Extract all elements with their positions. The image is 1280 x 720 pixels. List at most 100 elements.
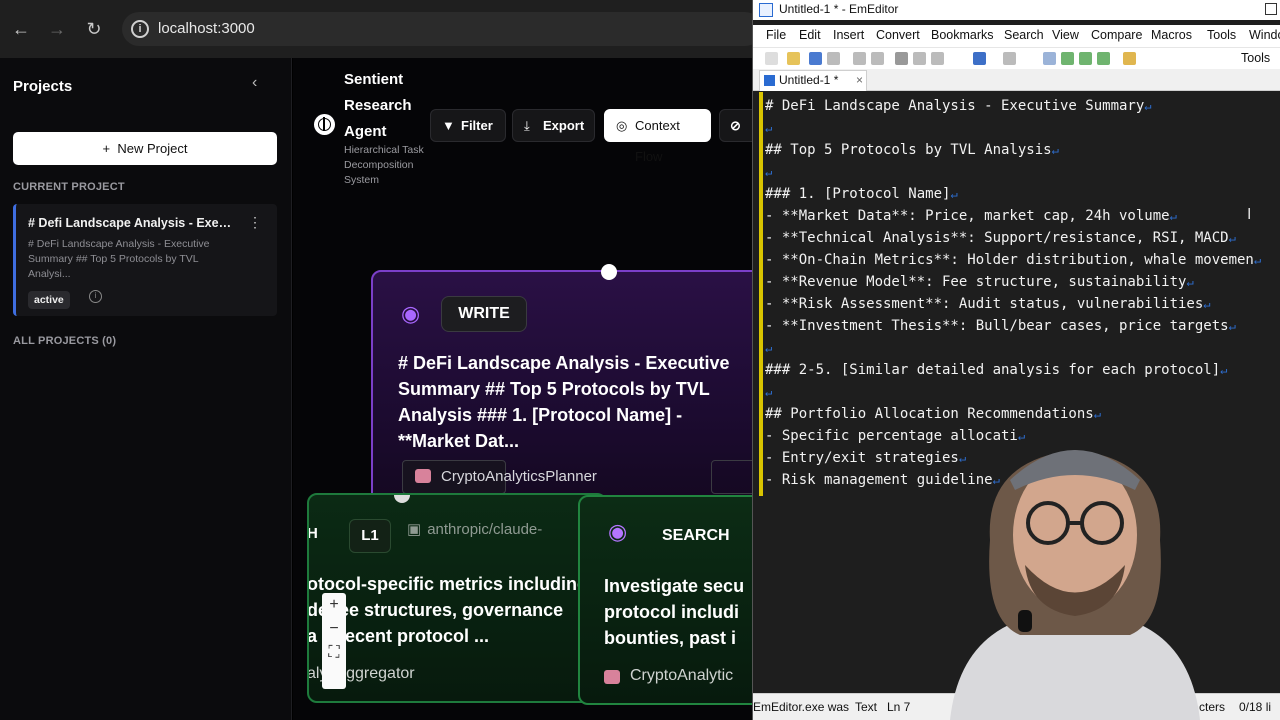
editor-line[interactable]: ↵ <box>765 337 1280 359</box>
agent-name: CryptoAnalytic <box>630 667 734 684</box>
line-break-icon: ↵ <box>1144 99 1152 113</box>
print-icon[interactable] <box>853 52 866 65</box>
line-break-icon: ↵ <box>765 121 773 135</box>
editor-line[interactable]: - **Investment Thesis**: Bull/bear cases… <box>765 315 1280 337</box>
editor-line[interactable]: ↵ <box>765 117 1280 139</box>
sidebar-title: Projects <box>13 78 73 95</box>
editor-line[interactable]: ### 2-5. [Similar detailed analysis for … <box>765 359 1280 381</box>
cut-icon[interactable] <box>895 52 908 65</box>
editor-line[interactable]: - **Market Data**: Price, market cap, 24… <box>765 205 1280 227</box>
menu-bookmarks[interactable]: Bookmarks <box>931 28 994 42</box>
menu-window[interactable]: Windo <box>1249 28 1280 42</box>
save-all-icon[interactable] <box>827 52 840 65</box>
find-prev-icon[interactable] <box>1079 52 1092 65</box>
menu-file[interactable]: File <box>766 28 786 42</box>
editor-line[interactable]: # DeFi Landscape Analysis - Executive Su… <box>765 95 1280 117</box>
arrow-left-icon[interactable]: ← <box>8 16 34 42</box>
tab-label: Untitled-1 * <box>779 73 839 87</box>
node-goal-line: bounties, past i <box>604 628 737 648</box>
robot-icon <box>415 469 431 483</box>
maximize-icon[interactable] <box>1265 3 1277 15</box>
site-info-icon[interactable]: i <box>131 20 149 38</box>
level-badge: L1 <box>349 519 391 553</box>
menu-insert[interactable]: Insert <box>833 28 864 42</box>
line-break-icon: ↵ <box>1203 297 1211 311</box>
find-icon[interactable] <box>1043 52 1056 65</box>
info-icon[interactable]: i <box>89 290 102 303</box>
context-flow-label: Context Flow <box>635 118 680 164</box>
zoom-out-button[interactable]: − <box>322 617 346 641</box>
editor-line[interactable]: - **Technical Analysis**: Support/resist… <box>765 227 1280 249</box>
editor-tabbar: Untitled-1 * × <box>753 69 1280 91</box>
status-count: 0/18 li <box>1239 700 1272 714</box>
menu-edit[interactable]: Edit <box>799 28 821 42</box>
brain-icon: ◉ <box>608 519 628 544</box>
status-message: EmEditor.exe was <box>753 700 850 714</box>
chevron-left-icon[interactable]: ‹ <box>252 74 257 92</box>
url-text[interactable]: localhost:3000 <box>158 20 255 37</box>
write-node[interactable]: ◉ WRITE # DeFi Landscape Analysis - Exec… <box>371 264 752 510</box>
status-mode: Text <box>855 700 878 714</box>
save-icon[interactable] <box>809 52 822 65</box>
editor-line[interactable]: - **Risk Assessment**: Audit status, vul… <box>765 293 1280 315</box>
new-project-button[interactable]: + New Project <box>13 132 277 165</box>
flow-canvas[interactable]: Sentient Research Agent Hierarchical Tas… <box>293 58 752 720</box>
line-break-icon: ↵ <box>950 187 958 201</box>
toolbar-tools-label[interactable]: Tools <box>1241 51 1270 65</box>
close-icon[interactable]: × <box>856 71 863 90</box>
plus-icon: + <box>102 141 118 156</box>
eye-off-icon: ⊘ <box>730 118 741 133</box>
search-node[interactable]: ◉ SEARCH Investigate secu protocol inclu… <box>578 495 752 705</box>
node-handle[interactable] <box>394 495 410 503</box>
editor-line-text: - **Technical Analysis**: Support/resist… <box>765 230 1229 246</box>
tab-untitled[interactable]: Untitled-1 * × <box>759 70 867 91</box>
menu-search[interactable]: Search <box>1004 28 1044 42</box>
editor-line[interactable]: ### 1. [Protocol Name]↵ <box>765 183 1280 205</box>
filter-button[interactable]: ▼ Filter <box>430 109 506 142</box>
eye-off-button[interactable]: ⊘ <box>719 109 752 142</box>
undo-icon[interactable] <box>973 52 986 65</box>
line-break-icon: ↵ <box>1220 363 1228 377</box>
node-handle[interactable] <box>601 264 617 280</box>
menu-macros[interactable]: Macros <box>1151 28 1192 42</box>
editor-line[interactable]: ↵ <box>765 161 1280 183</box>
find-next-icon[interactable] <box>1061 52 1074 65</box>
project-name[interactable]: # Defi Landscape Analysis - Executi... <box>28 216 233 230</box>
print-preview-icon[interactable] <box>871 52 884 65</box>
editor-line[interactable]: - **On-Chain Metrics**: Holder distribut… <box>765 249 1280 271</box>
menu-compare[interactable]: Compare <box>1091 28 1142 42</box>
project-card[interactable]: # Defi Landscape Analysis - Executi... ⋮… <box>13 204 277 316</box>
editor-line[interactable]: ## Top 5 Protocols by TVL Analysis↵ <box>765 139 1280 161</box>
presenter-webcam <box>950 450 1200 720</box>
address-bar[interactable]: i localhost:3000 <box>122 12 752 46</box>
copy-icon[interactable] <box>913 52 926 65</box>
highlight-icon[interactable] <box>1123 52 1136 65</box>
text-cursor-icon: I <box>1247 206 1252 223</box>
replace-icon[interactable] <box>1097 52 1110 65</box>
arrow-right-icon[interactable]: → <box>44 16 70 42</box>
app-tagline: Hierarchical Task Decomposition System <box>344 144 424 186</box>
menu-tools[interactable]: Tools <box>1207 28 1236 42</box>
redo-icon[interactable] <box>1003 52 1016 65</box>
context-flow-button[interactable]: ◎ Context Flow <box>604 109 711 164</box>
editor-line[interactable]: - **Revenue Model**: Fee structure, sust… <box>765 271 1280 293</box>
app-name: Sentient Research Agent <box>344 71 412 140</box>
reload-icon[interactable]: ↻ <box>81 16 107 42</box>
node-goal: otocol-specific metrics including de fee… <box>309 571 605 649</box>
editor-line-text: ### 2-5. [Similar detailed analysis for … <box>765 362 1221 378</box>
zoom-in-button[interactable]: + <box>322 593 346 617</box>
new-file-icon[interactable] <box>765 52 778 65</box>
line-break-icon: ↵ <box>1253 253 1262 267</box>
menu-convert[interactable]: Convert <box>876 28 920 42</box>
eye-icon: ◎ <box>616 118 628 133</box>
editor-line-text: - **Market Data**: Price, market cap, 24… <box>765 208 1170 224</box>
export-button[interactable]: ⤓ Export <box>512 109 595 142</box>
more-vertical-icon[interactable]: ⋮ <box>248 214 262 231</box>
task-node[interactable]: H L1 ▣ anthropic/claude- otocol-specific … <box>307 493 607 703</box>
editor-line[interactable]: ↵ <box>765 381 1280 403</box>
line-break-icon: ↵ <box>765 165 773 179</box>
paste-icon[interactable] <box>931 52 944 65</box>
open-folder-icon[interactable] <box>787 52 800 65</box>
fit-view-button[interactable]: ⛶ <box>322 641 346 665</box>
menu-view[interactable]: View <box>1052 28 1079 42</box>
